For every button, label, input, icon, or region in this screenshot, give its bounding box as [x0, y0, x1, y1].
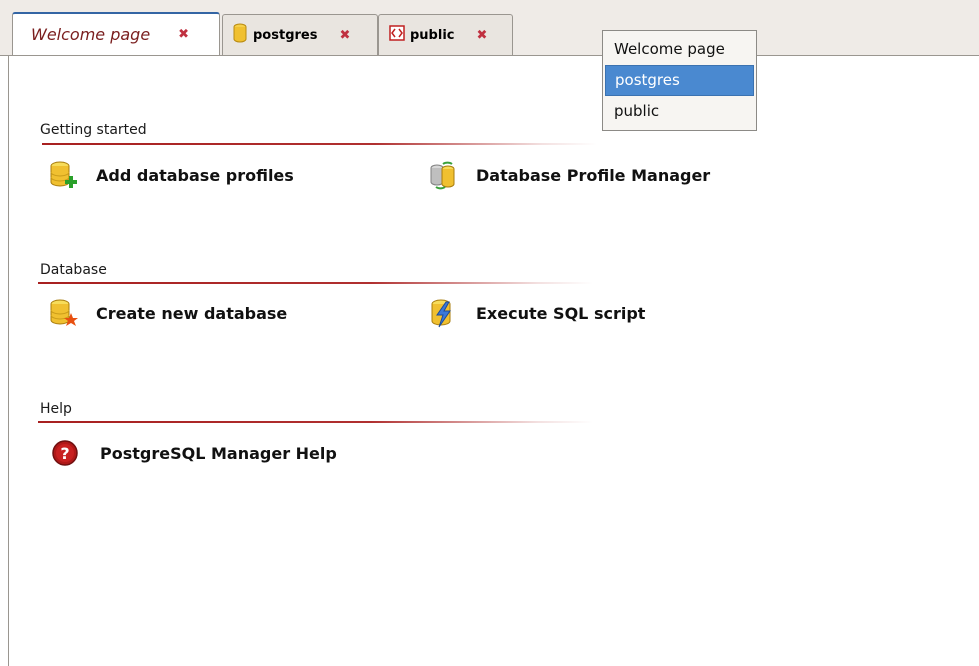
tab-welcome-page[interactable]: Welcome page ✖: [12, 12, 220, 55]
create-new-database-link[interactable]: Create new database: [48, 298, 287, 328]
execute-sql-script-link[interactable]: Execute SQL script: [428, 298, 645, 328]
section-divider: [38, 282, 593, 284]
postgresql-manager-help-label: PostgreSQL Manager Help: [100, 443, 337, 463]
help-icon: ?: [50, 438, 80, 468]
popup-item-public[interactable]: public: [605, 96, 754, 127]
tab-postgres[interactable]: postgres ✖: [222, 14, 378, 55]
section-title-getting-started: Getting started: [40, 122, 147, 138]
close-tab-postgres-icon[interactable]: ✖: [339, 29, 350, 42]
add-database-profiles-label: Add database profiles: [96, 165, 294, 185]
create-new-database-label: Create new database: [96, 303, 288, 323]
database-profile-manager-link[interactable]: Database Profile Manager: [428, 160, 710, 190]
tab-public-label: public: [410, 27, 455, 43]
section-title-database: Database: [40, 262, 107, 278]
section-divider: [38, 421, 593, 423]
close-tab-public-icon[interactable]: ✖: [476, 29, 487, 42]
add-database-icon: [48, 160, 78, 190]
profile-manager-icon: [428, 160, 458, 190]
postgresql-manager-help-link[interactable]: ? PostgreSQL Manager Help: [50, 438, 337, 468]
section-title-help: Help: [40, 401, 72, 417]
section-divider: [42, 143, 597, 145]
tab-postgres-label: postgres: [253, 27, 318, 43]
schema-icon: [389, 25, 405, 45]
execute-sql-icon: [428, 298, 458, 328]
database-icon: [233, 23, 247, 47]
popup-item-postgres[interactable]: postgres: [605, 65, 754, 96]
create-database-icon: [48, 298, 78, 328]
database-profile-manager-label: Database Profile Manager: [476, 165, 711, 185]
execute-sql-script-label: Execute SQL script: [476, 303, 646, 323]
svg-text:?: ?: [60, 444, 69, 463]
add-database-profiles-link[interactable]: Add database profiles: [48, 160, 294, 190]
tab-bar-divider: [0, 55, 979, 56]
content-border: [8, 55, 9, 666]
popup-item-welcome-page[interactable]: Welcome page: [605, 34, 754, 65]
tab-welcome-page-label: Welcome page: [31, 25, 151, 44]
close-tab-welcome-icon[interactable]: ✖: [178, 28, 189, 41]
tab-public[interactable]: public ✖: [378, 14, 513, 55]
tab-list-popup: Welcome page postgres public: [602, 30, 757, 131]
